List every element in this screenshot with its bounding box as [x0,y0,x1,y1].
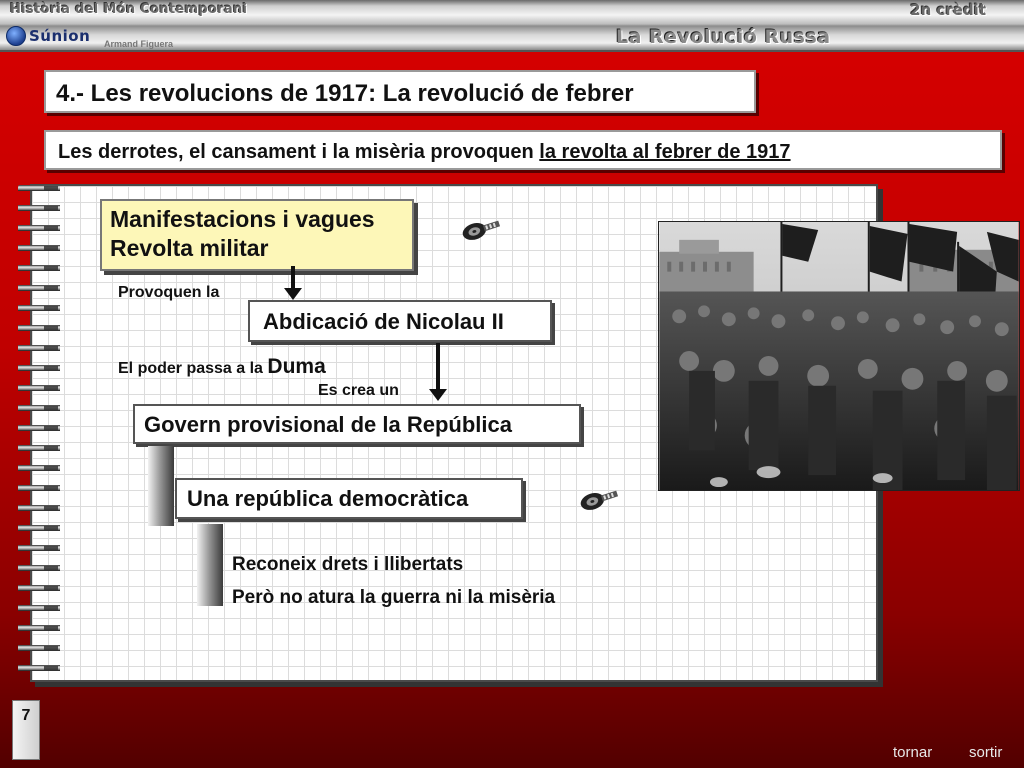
slide-title: 4.- Les revolucions de 1917: La revoluci… [44,70,756,113]
connector-bar [148,446,174,526]
header-bar: Història del Món Contemporani 2n crèdit … [0,0,1024,52]
connector-bar [197,524,223,606]
unit-title: La Revolució Russa [616,26,831,48]
causes-box: Manifestacions i vagues Revolta militar [100,199,414,271]
creates-label: Es crea un [318,382,399,399]
down-arrow-icon [284,266,302,300]
logo-text: Súnion [29,27,91,45]
spiral-binding [18,182,60,682]
abdication-box: Abdicació de Nicolau II [248,300,552,342]
consequence-item: Reconeix drets i llibertats [232,554,464,575]
consequence-item[interactable]: Però no atura la guerra ni la misèria [232,587,555,609]
film-reel-icon[interactable] [578,486,622,512]
revolution-photo [658,221,1020,491]
down-arrow-icon [429,343,447,401]
power-label: El poder passa a la Duma [118,355,326,379]
lead-statement: Les derrotes, el cansament i la misèria … [44,130,1002,170]
cause-item: Manifestacions i vagues [110,206,375,232]
lead-emphasis: la revolta al febrer de 1917 [539,141,791,163]
globe-icon [6,26,26,46]
duma-label: Duma [267,355,326,378]
sunion-logo: Súnion [6,24,90,48]
course-title: Història del Món Contemporani [10,2,248,17]
film-reel-icon[interactable] [460,216,504,242]
exit-link[interactable]: sortir [969,744,1002,761]
back-link[interactable]: tornar [893,744,932,761]
provisional-government-box: Govern provisional de la República [133,404,581,444]
author-name: Armand Figuera [104,39,174,49]
lead-text: Les derrotes, el cansament i la misèria … [58,141,540,163]
cause-item: Revolta militar [110,235,269,261]
power-text: El poder passa a la [118,360,268,377]
provoke-label: Provoquen la [118,284,220,301]
republic-box: Una república democràtica [175,478,523,519]
credit-label: 2n crèdit [910,1,986,19]
page-number: 7 [12,700,40,760]
